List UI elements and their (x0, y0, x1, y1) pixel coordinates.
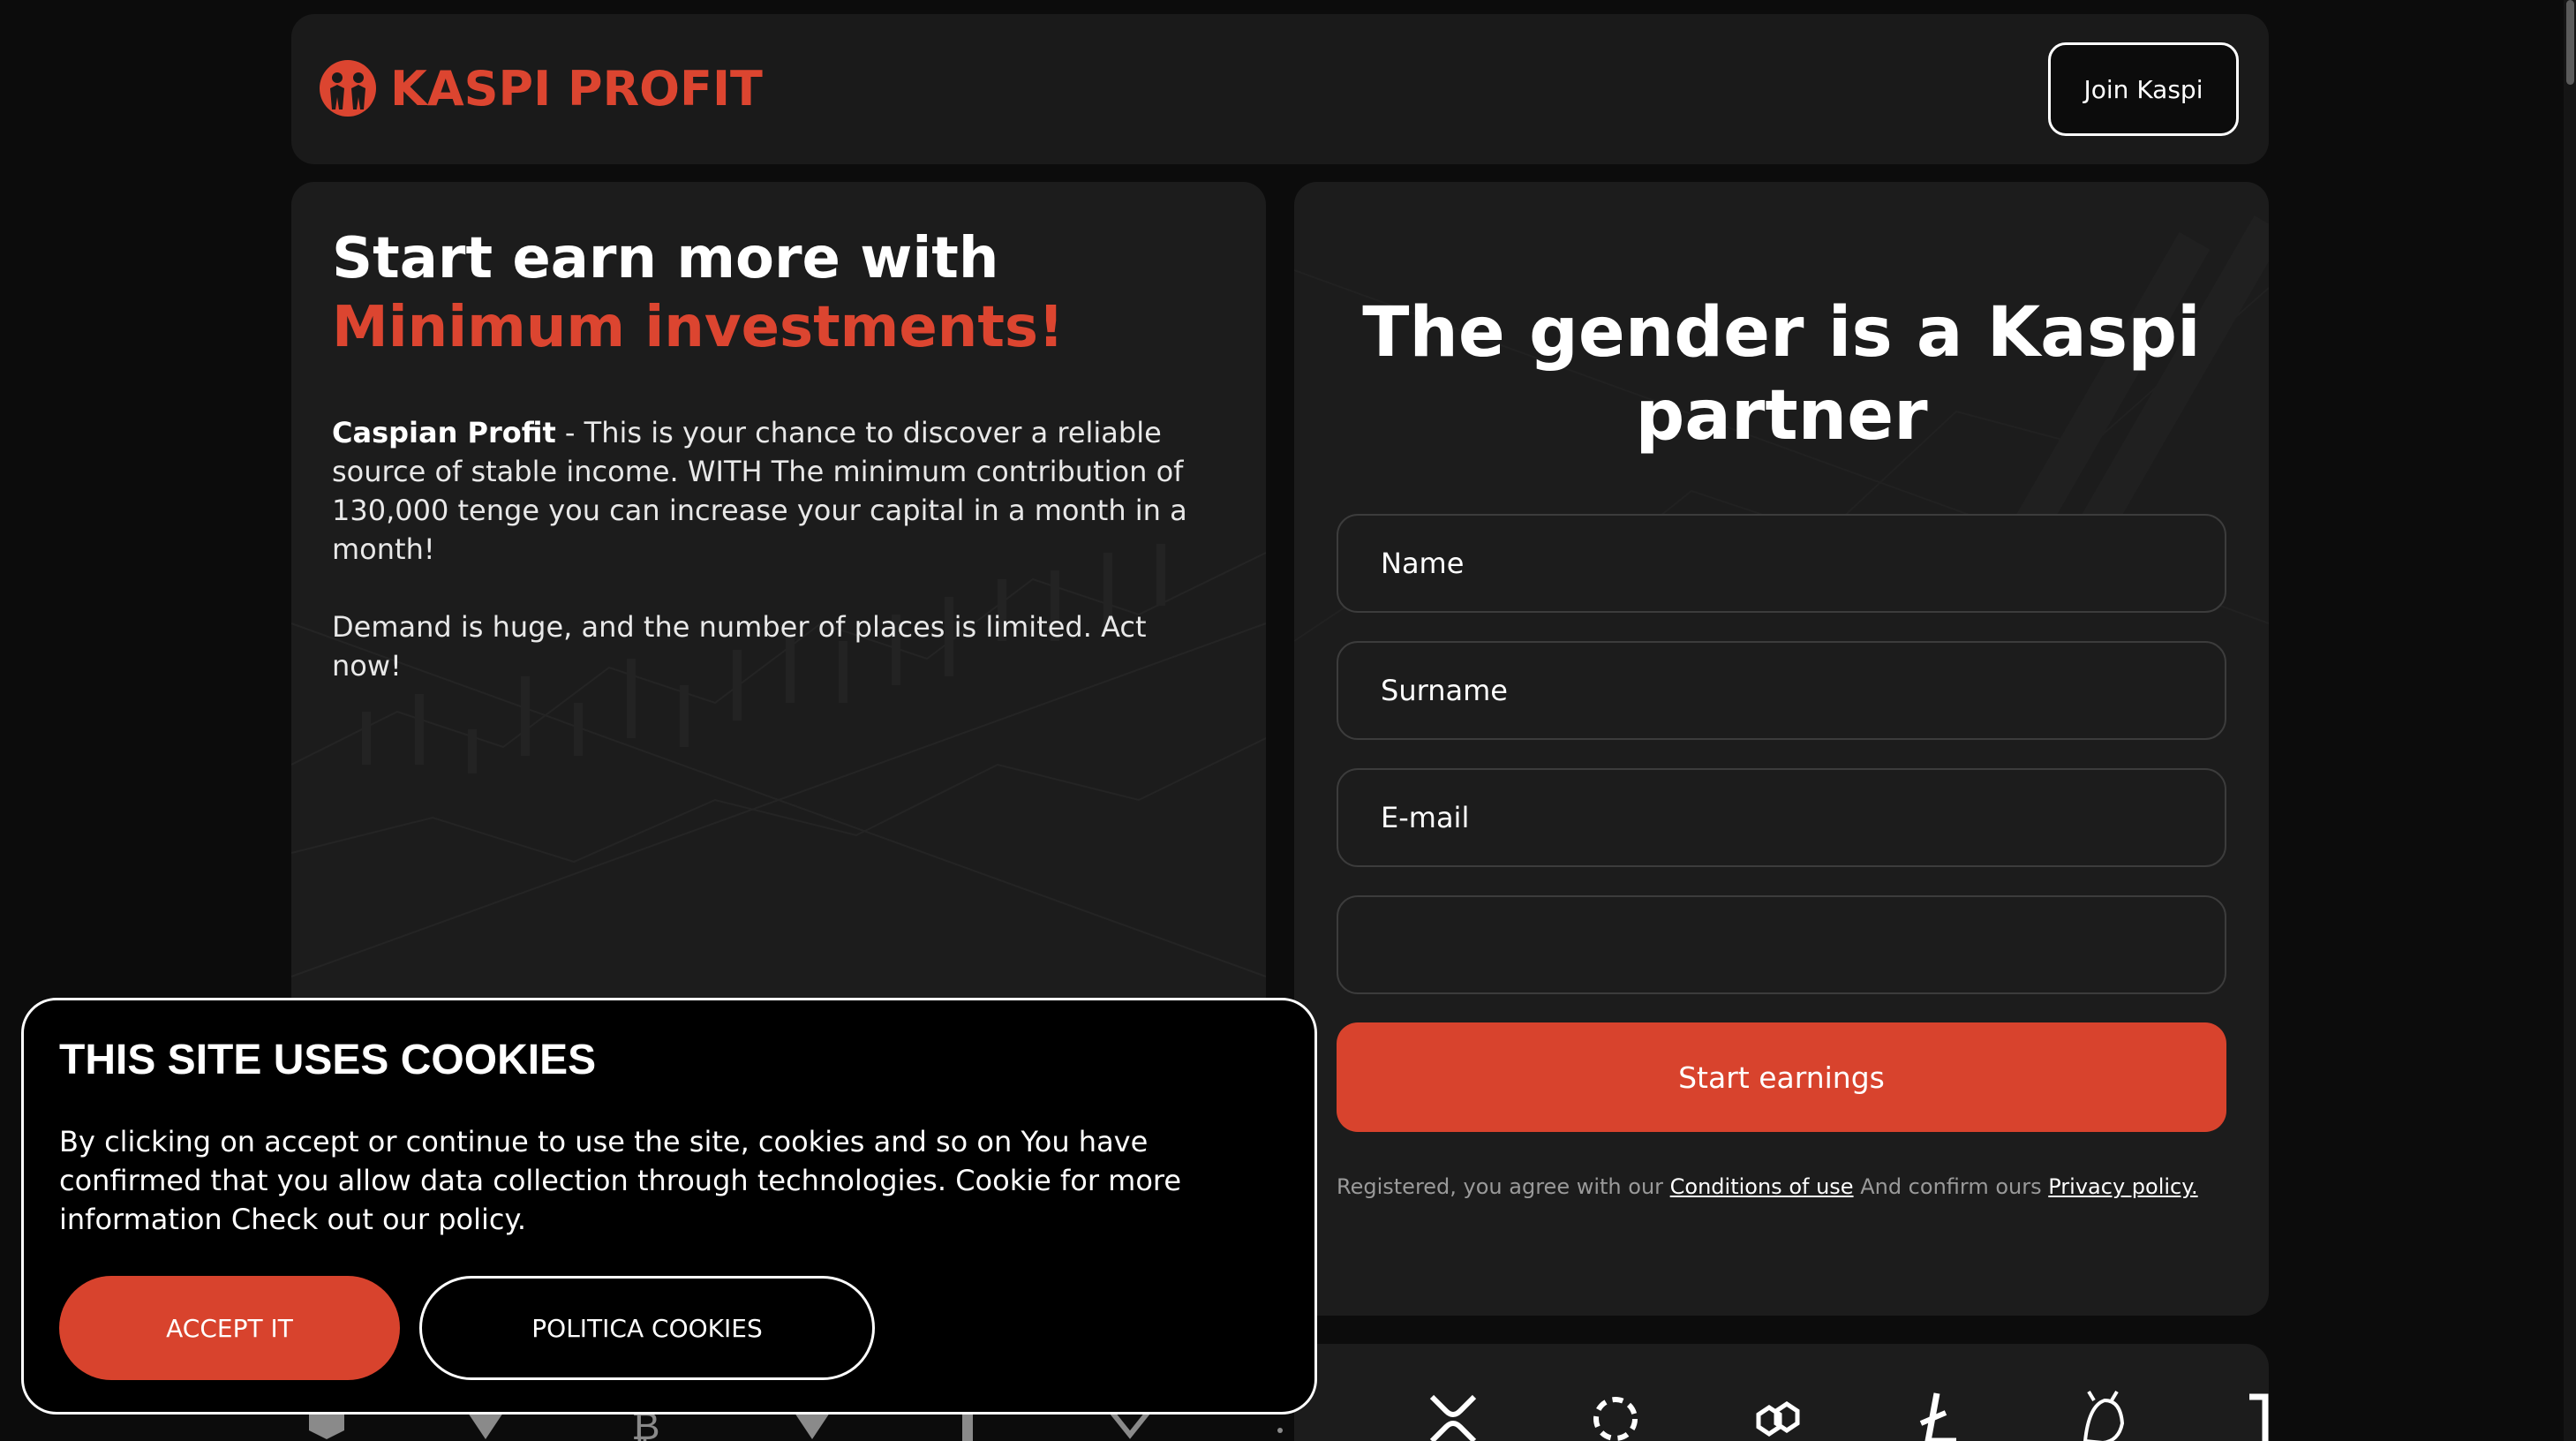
polygon-icon (1756, 1400, 1800, 1437)
accept-cookies-button[interactable]: ACCEPT IT (59, 1276, 400, 1380)
signup-card: The gender is a Kaspi partner Start earn… (1294, 182, 2269, 1316)
name-input[interactable] (1337, 514, 2226, 613)
surname-input[interactable] (1337, 641, 2226, 740)
hero-paragraph-1: Caspian Profit - This is your chance to … (332, 413, 1224, 569)
uniswap-icon (2083, 1390, 2125, 1441)
litecoin-icon (1919, 1392, 1956, 1441)
start-earnings-button[interactable]: Start earnings (1337, 1022, 2226, 1132)
phone-input[interactable] (1337, 895, 2226, 994)
terms-middle: And confirm ours (1853, 1174, 2049, 1199)
xrp-icon (1429, 1394, 1477, 1441)
crypto-logos-strip (1294, 1344, 2269, 1441)
terms-text: Registered, you agree with our Condition… (1337, 1174, 2255, 1199)
scrollbar-thumb[interactable] (2566, 0, 2574, 85)
email-input[interactable] (1337, 768, 2226, 867)
conditions-of-use-link[interactable]: Conditions of use (1670, 1174, 1854, 1199)
cookie-policy-button[interactable]: POLITICA COOKIES (419, 1276, 875, 1380)
hero-card: Start earn more with Minimum investments… (291, 182, 1266, 1065)
join-kaspi-button[interactable]: Join Kaspi (2048, 42, 2239, 136)
form-title: The gender is a Kaspi partner (1362, 293, 2201, 456)
hero-headline: Start earn more with (332, 226, 999, 291)
hero-description: Caspian Profit - This is your chance to … (332, 413, 1224, 685)
logo[interactable]: KASPI PROFIT (318, 58, 763, 118)
tron-icon (2249, 1393, 2269, 1441)
polkadot-icon (1593, 1397, 1638, 1441)
brand-name: Caspian Profit (332, 416, 556, 449)
site-header: KASPI PROFIT Join Kaspi (291, 14, 2269, 164)
logo-people-icon (320, 60, 376, 117)
cookie-consent-modal: THIS SITE USES COOKIES By clicking on ac… (21, 998, 1317, 1415)
cookie-text: By clicking on accept or continue to use… (59, 1125, 1182, 1236)
cookie-title: THIS SITE USES COOKIES (59, 1037, 597, 1083)
logo-text: KASPI PROFIT (390, 60, 763, 117)
terms-prefix: Registered, you agree with our (1337, 1174, 1670, 1199)
page-scrollbar[interactable] (2564, 0, 2576, 1441)
privacy-policy-link[interactable]: Privacy policy. (2048, 1174, 2197, 1199)
hero-headline-accent: Minimum investments! (332, 295, 1065, 360)
hero-paragraph-2: Demand is huge, and the number of places… (332, 610, 1147, 683)
